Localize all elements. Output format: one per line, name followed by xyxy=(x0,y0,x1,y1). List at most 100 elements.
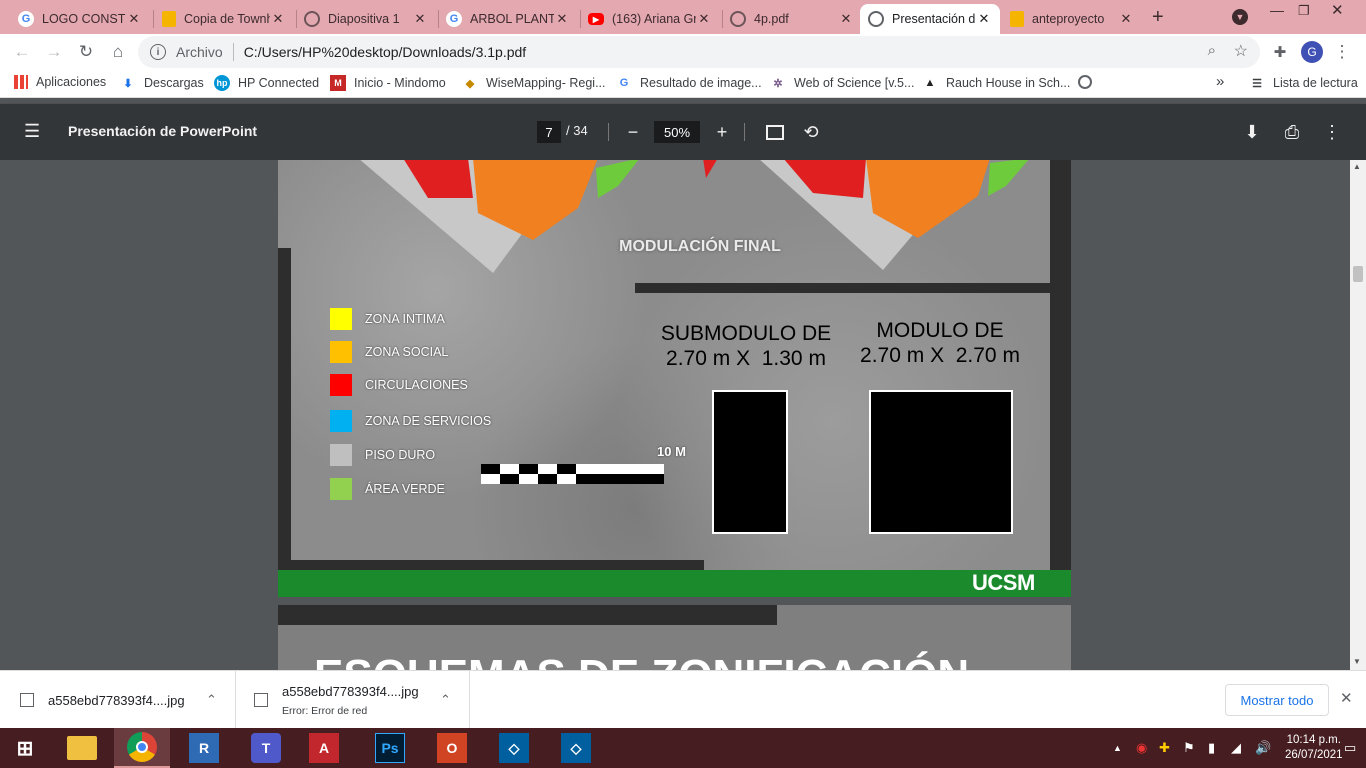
address-url[interactable]: C:/Users/HP%20desktop/Downloads/3.1p.pdf xyxy=(244,44,526,60)
battery-icon[interactable]: ▮ xyxy=(1208,740,1215,756)
flag-tray-icon[interactable]: ⚑ xyxy=(1183,740,1195,756)
rotate-icon[interactable]: ⟲ xyxy=(799,120,823,144)
bookmark-label: WiseMapping- Regi... xyxy=(486,76,606,90)
menu-kebab-icon[interactable]: ⋮ xyxy=(1330,40,1354,64)
close-icon[interactable]: ✕ xyxy=(554,11,570,27)
profile-avatar[interactable]: G xyxy=(1301,41,1323,63)
system-clock[interactable]: 10:14 p.m. 26/07/2021 xyxy=(1285,733,1343,763)
address-bar[interactable]: i Archivo C:/Users/HP%20desktop/Download… xyxy=(138,36,1260,68)
tab-6[interactable]: 4p.pdf ✕ xyxy=(722,4,862,34)
wifi-icon[interactable]: ◢ xyxy=(1231,740,1241,756)
autocad-icon: A xyxy=(309,733,339,763)
tab-search-icon[interactable]: ▼ xyxy=(1232,9,1248,25)
scrollbar-thumb[interactable] xyxy=(1353,266,1363,282)
download-icon[interactable]: ⬇ xyxy=(1240,120,1264,144)
bookmark-star-icon[interactable]: ☆ xyxy=(1234,41,1248,61)
taskbar-chrome[interactable] xyxy=(114,728,170,768)
browser-toolbar: ← → ↻ ⌂ i Archivo C:/Users/HP%20desktop/… xyxy=(0,34,1366,70)
tab-5[interactable]: ▶ (163) Ariana Grande ✕ xyxy=(580,4,720,34)
chevron-up-icon[interactable]: ⌃ xyxy=(206,692,217,708)
legend-item: ZONA SOCIAL xyxy=(330,341,448,363)
close-icon[interactable]: ✕ xyxy=(126,11,142,27)
bookmark-rauch-house[interactable]: ▲ Rauch House in Sch... xyxy=(922,75,1071,91)
scroll-down-icon[interactable]: ▼ xyxy=(1353,657,1361,666)
show-all-button[interactable]: Mostrar todo xyxy=(1225,684,1329,716)
forward-button[interactable]: → xyxy=(42,40,66,64)
restore-button[interactable]: ❐ xyxy=(1298,3,1310,19)
bookmark-web-of-science[interactable]: ✲ Web of Science [v.5... xyxy=(770,75,914,91)
wos-icon: ✲ xyxy=(773,77,783,90)
download-icon: ⬇ xyxy=(123,77,133,90)
more-bookmarks-button[interactable]: » xyxy=(1216,73,1224,90)
more-kebab-icon[interactable]: ⋮ xyxy=(1320,120,1344,144)
tab-8[interactable]: anteproyecto ✕ xyxy=(1002,4,1142,34)
taskbar-teams[interactable]: T xyxy=(238,728,294,768)
teams-icon: T xyxy=(251,733,281,763)
back-button[interactable]: ← xyxy=(10,40,34,64)
zoom-out-button[interactable]: − xyxy=(621,120,645,144)
scroll-up-icon[interactable]: ▲ xyxy=(1353,162,1361,171)
download-item[interactable]: a558ebd778393f4....jpg Error: Error de r… xyxy=(254,671,470,729)
scrollbar[interactable] xyxy=(1350,160,1366,670)
close-icon[interactable]: ✕ xyxy=(838,11,854,27)
globe-icon xyxy=(868,11,884,27)
mindomo-icon: M xyxy=(330,75,346,91)
tab-1[interactable]: G LOGO CONSTRUCTORA ✕ xyxy=(10,4,150,34)
bookmark-hp[interactable]: hp HP Connected xyxy=(214,75,319,91)
chevron-up-icon[interactable]: ⌃ xyxy=(440,692,451,708)
taskbar-revit[interactable]: R xyxy=(176,728,232,768)
reload-button[interactable]: ↻ xyxy=(74,40,98,64)
taskbar-autocad[interactable]: A xyxy=(296,728,352,768)
taskbar-sketchup-2[interactable]: ◇ xyxy=(548,728,604,768)
info-icon[interactable]: i xyxy=(150,44,166,60)
page-number-input[interactable]: 7 xyxy=(537,121,561,143)
new-tab-button[interactable]: + xyxy=(1152,6,1164,29)
photoshop-icon: Ps xyxy=(375,733,405,763)
zoom-in-button[interactable]: + xyxy=(710,120,734,144)
close-icon[interactable]: ✕ xyxy=(696,11,712,27)
tab-3[interactable]: Diapositiva 1 ✕ xyxy=(296,4,436,34)
image-file-icon xyxy=(20,693,34,707)
close-icon[interactable]: ✕ xyxy=(976,11,992,27)
legend-swatch xyxy=(330,444,352,466)
notifications-icon[interactable]: ▭ xyxy=(1344,740,1356,756)
print-icon[interactable]: ⎙ xyxy=(1280,120,1304,144)
bookmark-google-images[interactable]: G Resultado de image... xyxy=(616,75,762,91)
tab-4[interactable]: G ARBOL PLANTA ✕ xyxy=(438,4,578,34)
reading-list-button[interactable]: ☰ Lista de lectura xyxy=(1249,75,1358,91)
volume-icon[interactable]: 🔊 xyxy=(1255,740,1271,756)
tray-expand-icon[interactable]: ▲ xyxy=(1113,743,1122,753)
folder-icon xyxy=(67,736,97,760)
close-shelf-icon[interactable]: ✕ xyxy=(1340,689,1353,707)
close-icon[interactable]: ✕ xyxy=(412,11,428,27)
zoom-input[interactable]: 50% xyxy=(654,121,700,143)
bookmark-mindomo[interactable]: M Inicio - Mindomo xyxy=(330,75,446,91)
tab-title: Presentación de PowerPoint xyxy=(892,12,976,26)
close-icon[interactable]: ✕ xyxy=(1118,11,1134,27)
legend-swatch xyxy=(330,478,352,500)
adobe-tray-icon[interactable]: ◉ xyxy=(1136,740,1147,756)
home-button[interactable]: ⌂ xyxy=(106,40,130,64)
close-icon[interactable]: ✕ xyxy=(270,11,286,27)
zoom-search-icon[interactable]: ⌕ xyxy=(1208,42,1216,59)
tab-7-active[interactable]: Presentación de PowerPoint ✕ xyxy=(860,4,1000,34)
taskbar-office[interactable]: O xyxy=(424,728,480,768)
close-window-button[interactable]: ✕ xyxy=(1331,1,1344,19)
start-button[interactable]: ⊞ xyxy=(0,728,50,768)
menu-hamburger-icon[interactable]: ☰ xyxy=(24,121,40,142)
bookmark-downloads[interactable]: ⬇ Descargas xyxy=(120,75,203,91)
bookmark-apps[interactable]: Aplicaciones xyxy=(14,75,106,89)
taskbar-photoshop[interactable]: Ps xyxy=(362,728,418,768)
pdf-toolbar: ☰ Presentación de PowerPoint 7 / 34 − 50… xyxy=(0,104,1366,160)
extensions-icon[interactable]: ✚ xyxy=(1268,40,1292,64)
taskbar-file-explorer[interactable] xyxy=(54,728,110,768)
minimize-button[interactable]: — xyxy=(1270,2,1284,18)
bookmark-wisemapping[interactable]: ◆ WiseMapping- Regi... xyxy=(462,75,606,91)
download-item[interactable]: a558ebd778393f4....jpg ⌃ xyxy=(20,671,236,729)
taskbar-sketchup[interactable]: ◇ xyxy=(486,728,542,768)
tab-2[interactable]: Copia de Townhouse ✕ xyxy=(154,4,294,34)
update-tray-icon[interactable]: ✚ xyxy=(1159,740,1170,756)
fit-page-icon[interactable] xyxy=(763,120,787,144)
pdf-viewport[interactable]: MODULACIÓN FINAL ZONA INTIMA ZONA SOCIAL… xyxy=(0,160,1350,670)
bookmark-globe[interactable] xyxy=(1078,75,1100,89)
